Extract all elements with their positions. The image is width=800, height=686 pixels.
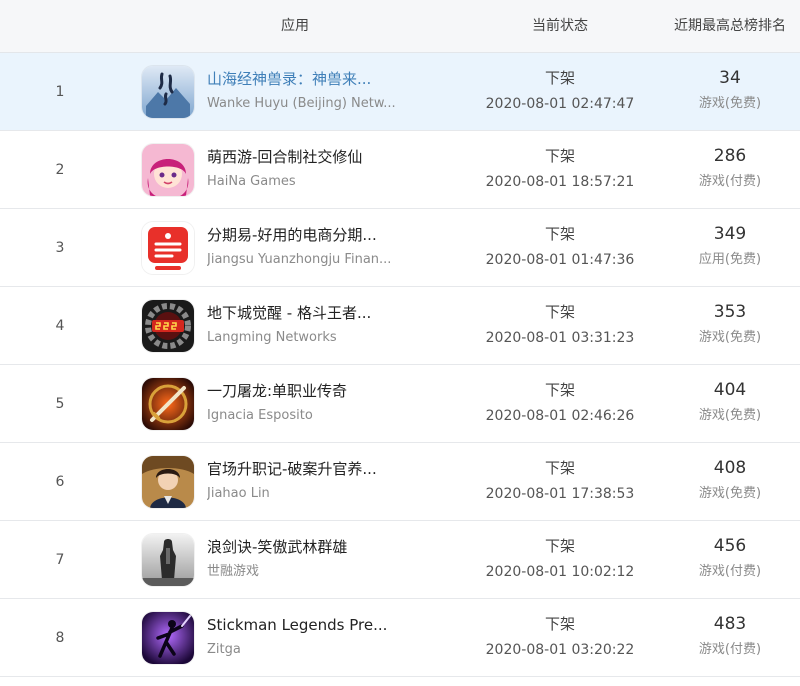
status-text: 下架 (544, 303, 575, 321)
best-rank-category: 游戏(免费) (698, 96, 762, 111)
row-rank-number: 3 (55, 240, 65, 256)
best-rank-category: 游戏(免费) (698, 486, 762, 501)
row-rank-number: 1 (55, 84, 65, 100)
stickman-warrior-icon[interactable] (142, 612, 194, 664)
status-text: 下架 (544, 459, 575, 477)
table-row[interactable]: 6 官场升职记-破案升官养... Jiahao Lin 下架 2020-08-0… (0, 443, 800, 521)
status-text: 下架 (544, 225, 575, 243)
status-cell: 下架 2020-08-01 03:31:23 (470, 301, 650, 349)
app-developer: Wanke Huyu (Beijing) Netw... (207, 96, 396, 111)
officer-portrait-icon[interactable] (142, 456, 194, 508)
app-developer: 世融游戏 (207, 564, 260, 579)
column-header-status[interactable]: 当前状态 (480, 0, 640, 53)
anime-girl-icon[interactable] (142, 144, 194, 196)
table-row[interactable]: 2 萌西游-回合制社交修仙 HaiNa Games 下架 2020-08-01 … (0, 131, 800, 209)
best-rank-category: 应用(免费) (698, 252, 762, 267)
status-cell: 下架 2020-08-01 03:20:22 (470, 613, 650, 661)
table-row[interactable]: 7 浪剑诀-笑傲武林群雄 世融游戏 下架 2020-08-01 10:02:12… (0, 521, 800, 599)
best-rank-cell: 349 应用(免费) (660, 223, 800, 271)
status-time: 2020-08-01 01:47:36 (485, 252, 635, 268)
best-rank-cell: 353 游戏(免费) (660, 301, 800, 349)
best-rank-value: 404 (713, 380, 747, 400)
best-rank-category: 游戏(免费) (698, 330, 762, 345)
table-row[interactable]: 1 山海经神兽录：神兽来... Wanke Huyu (Beijing) Net… (0, 53, 800, 131)
row-rank-number: 2 (55, 162, 65, 178)
app-name-link[interactable]: 山海经神兽录：神兽来... (207, 69, 397, 89)
app-developer: Zitga (207, 642, 241, 657)
table-row[interactable]: 4 地下城觉醒 - 格斗王者... Langming Networks 下架 2… (0, 287, 800, 365)
swordsman-silhouette-icon[interactable] (142, 534, 194, 586)
best-rank-category: 游戏(免费) (698, 408, 762, 423)
table-row[interactable]: 8 Stickman Legends Pre... Zitga 下架 2020-… (0, 599, 800, 677)
status-time: 2020-08-01 02:47:47 (485, 96, 635, 112)
app-developer: Langming Networks (207, 330, 337, 345)
status-text: 下架 (544, 615, 575, 633)
best-rank-category: 游戏(付费) (698, 642, 762, 657)
app-name-link[interactable]: 地下城觉醒 - 格斗王者... (207, 303, 397, 323)
installment-logo-icon[interactable] (142, 222, 194, 274)
best-rank-value: 353 (713, 302, 747, 322)
app-name-link[interactable]: 浪剑诀-笑傲武林群雄 (207, 537, 397, 557)
app-developer: Jiahao Lin (207, 486, 270, 501)
app-name-link[interactable]: Stickman Legends Pre... (207, 615, 397, 635)
status-cell: 下架 2020-08-01 10:02:12 (470, 535, 650, 583)
best-rank-value: 349 (713, 224, 747, 244)
status-text: 下架 (544, 537, 575, 555)
table-header: 应用 当前状态 近期最高总榜排名 (0, 0, 800, 53)
best-rank-cell: 456 游戏(付费) (660, 535, 800, 583)
row-rank-number: 8 (55, 630, 65, 646)
status-text: 下架 (544, 147, 575, 165)
best-rank-value: 483 (713, 614, 747, 634)
table-body: 1 山海经神兽录：神兽来... Wanke Huyu (Beijing) Net… (0, 53, 800, 677)
row-rank-number: 7 (55, 552, 65, 568)
column-header-best-rank[interactable]: 近期最高总榜排名 (660, 0, 800, 53)
status-time: 2020-08-01 17:38:53 (485, 486, 635, 502)
best-rank-cell: 34 游戏(免费) (660, 67, 800, 115)
status-cell: 下架 2020-08-01 01:47:36 (470, 223, 650, 271)
status-time: 2020-08-01 18:57:21 (485, 174, 635, 190)
status-cell: 下架 2020-08-01 18:57:21 (470, 145, 650, 193)
app-developer: Jiangsu Yuanzhongju Finan... (207, 252, 392, 267)
app-developer: Ignacia Esposito (207, 408, 313, 423)
app-name-link[interactable]: 分期易-好用的电商分期... (207, 225, 397, 245)
status-text: 下架 (544, 69, 575, 87)
status-cell: 下架 2020-08-01 02:46:26 (470, 379, 650, 427)
best-rank-cell: 483 游戏(付费) (660, 613, 800, 661)
best-rank-value: 456 (713, 536, 747, 556)
best-rank-category: 游戏(付费) (698, 564, 762, 579)
best-rank-value: 34 (719, 68, 741, 88)
column-header-app[interactable]: 应用 (200, 0, 390, 53)
best-rank-category: 游戏(付费) (698, 174, 762, 189)
status-time: 2020-08-01 02:46:26 (485, 408, 635, 424)
gear-555-icon[interactable] (142, 300, 194, 352)
status-cell: 下架 2020-08-01 17:38:53 (470, 457, 650, 505)
status-time: 2020-08-01 03:20:22 (485, 642, 635, 658)
row-rank-number: 4 (55, 318, 65, 334)
sword-emblem-icon[interactable] (142, 378, 194, 430)
app-ranking-table: 应用 当前状态 近期最高总榜排名 1 山海经神兽录：神兽来... Wanke H… (0, 0, 800, 686)
table-row[interactable]: 5 一刀屠龙:单职业传奇 Ignacia Esposito 下架 2020-08… (0, 365, 800, 443)
status-cell: 下架 2020-08-01 02:47:47 (470, 67, 650, 115)
status-time: 2020-08-01 03:31:23 (485, 330, 635, 346)
best-rank-cell: 404 游戏(免费) (660, 379, 800, 427)
best-rank-value: 286 (713, 146, 747, 166)
app-name-link[interactable]: 官场升职记-破案升官养... (207, 459, 397, 479)
row-rank-number: 5 (55, 396, 65, 412)
table-row[interactable]: 3 分期易-好用的电商分期... Jiangsu Yuanzhongju Fin… (0, 209, 800, 287)
app-name-link[interactable]: 萌西游-回合制社交修仙 (207, 147, 397, 167)
best-rank-cell: 286 游戏(付费) (660, 145, 800, 193)
row-rank-number: 6 (55, 474, 65, 490)
best-rank-cell: 408 游戏(免费) (660, 457, 800, 505)
status-text: 下架 (544, 381, 575, 399)
app-name-link[interactable]: 一刀屠龙:单职业传奇 (207, 381, 397, 401)
app-developer: HaiNa Games (207, 174, 296, 189)
status-time: 2020-08-01 10:02:12 (485, 564, 635, 580)
mountain-calligraphy-icon[interactable] (142, 66, 194, 118)
best-rank-value: 408 (713, 458, 747, 478)
